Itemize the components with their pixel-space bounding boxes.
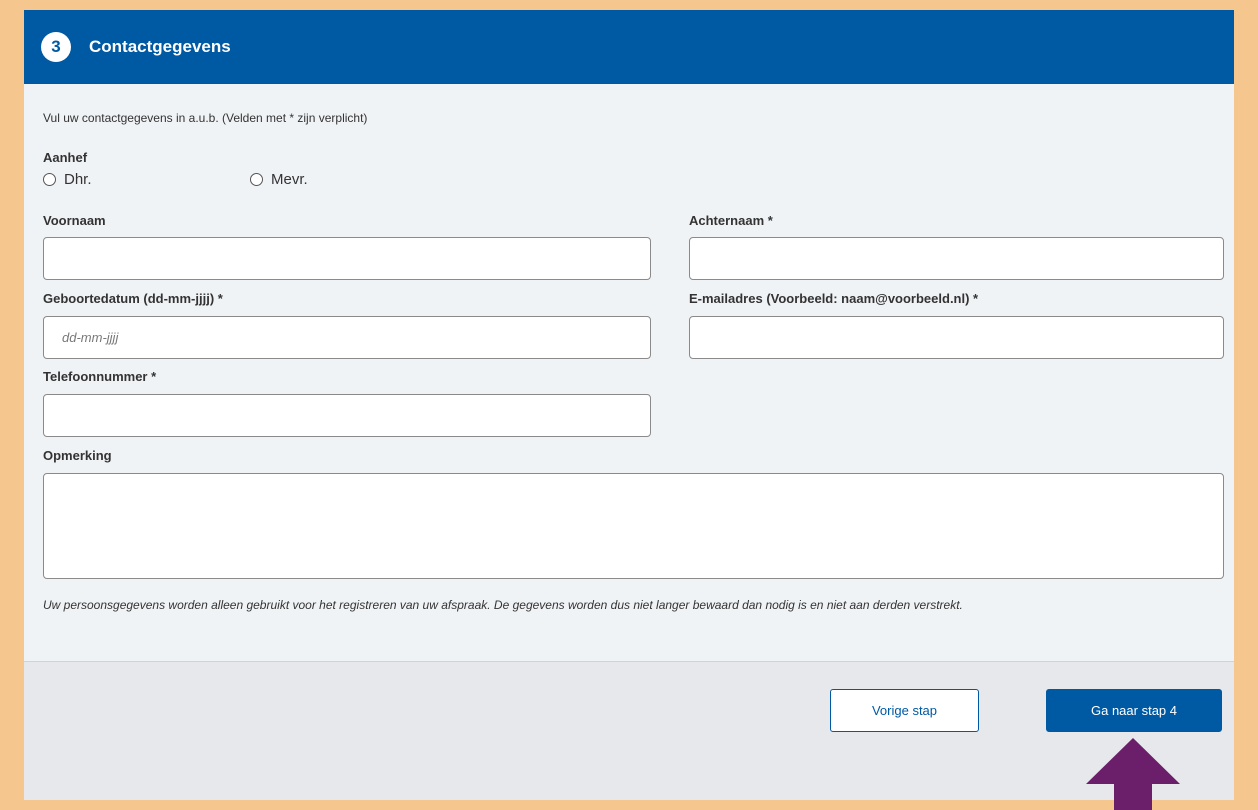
- form-intro-text: Vul uw contactgegevens in a.u.b. (Velden…: [43, 111, 368, 125]
- phone-label: Telefoonnummer *: [43, 369, 157, 384]
- birthdate-input[interactable]: dd-mm-jjjj: [43, 316, 651, 359]
- salutation-option-mevr[interactable]: Mevr.: [250, 171, 308, 188]
- step-header: 3 Contactgegevens: [24, 10, 1234, 84]
- radio-mevr[interactable]: [250, 173, 263, 186]
- pointer-arrow-icon: [1086, 738, 1180, 810]
- contact-form-panel: 3 Contactgegevens Vul uw contactgegevens…: [24, 10, 1234, 800]
- next-step-button[interactable]: Ga naar stap 4: [1046, 689, 1222, 732]
- last-name-label: Achternaam *: [689, 213, 773, 228]
- previous-step-button[interactable]: Vorige stap: [830, 689, 979, 732]
- privacy-note: Uw persoonsgegevens worden alleen gebrui…: [43, 598, 963, 612]
- phone-input[interactable]: [43, 394, 651, 437]
- step-title: Contactgegevens: [89, 37, 231, 56]
- radio-dhr[interactable]: [43, 173, 56, 186]
- salutation-radio-group: Dhr. Mevr.: [43, 171, 308, 188]
- birthdate-label: Geboortedatum (dd-mm-jjjj) *: [43, 291, 223, 306]
- remark-label: Opmerking: [43, 448, 112, 463]
- first-name-label: Voornaam: [43, 213, 106, 228]
- first-name-input[interactable]: [43, 237, 651, 280]
- salutation-label: Aanhef: [43, 150, 88, 165]
- radio-mevr-label: Mevr.: [271, 171, 308, 188]
- remark-textarea[interactable]: [43, 473, 1224, 579]
- last-name-input[interactable]: [689, 237, 1224, 280]
- email-input[interactable]: [689, 316, 1224, 359]
- salutation-option-dhr[interactable]: Dhr.: [43, 171, 250, 188]
- form-footer: Vorige stap Ga naar stap 4: [24, 661, 1234, 800]
- step-number-badge: 3: [41, 32, 71, 62]
- radio-dhr-label: Dhr.: [64, 171, 92, 188]
- email-label: E-mailadres (Voorbeeld: naam@voorbeeld.n…: [689, 291, 979, 306]
